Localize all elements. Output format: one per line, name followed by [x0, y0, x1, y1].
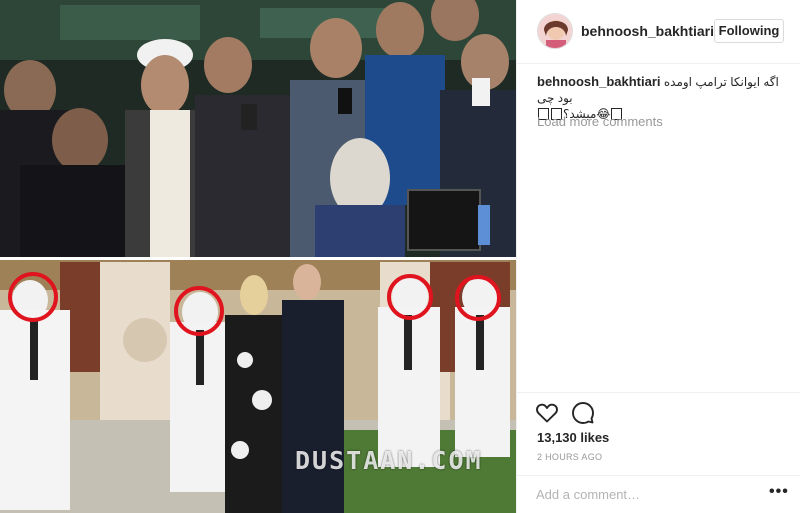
- post-side-panel: behnoosh_bakhtiari Following behnoosh_ba…: [516, 0, 800, 513]
- load-more-comments-link[interactable]: Load more comments: [537, 114, 663, 129]
- comment-row: •••: [517, 475, 800, 513]
- more-options-icon[interactable]: •••: [769, 483, 789, 501]
- comment-bubble-icon[interactable]: [571, 401, 595, 425]
- post-photo[interactable]: DUSTAAN.COM: [0, 0, 516, 513]
- watermark: DUSTAAN.COM: [295, 446, 483, 475]
- post-header: behnoosh_bakhtiari Following: [517, 0, 800, 64]
- photo-collage: [0, 0, 516, 513]
- avatar[interactable]: [537, 13, 573, 49]
- username-link[interactable]: behnoosh_bakhtiari: [581, 23, 714, 39]
- following-button[interactable]: Following: [714, 19, 784, 43]
- heart-outline-icon[interactable]: [535, 401, 559, 425]
- comment-input[interactable]: [536, 484, 756, 504]
- post-actions: 13,130 likes 2 HOURS AGO •••: [517, 392, 800, 512]
- avatar-image: [538, 14, 572, 48]
- post-timestamp[interactable]: 2 HOURS AGO: [537, 452, 602, 462]
- caption-username[interactable]: behnoosh_bakhtiari: [537, 74, 661, 89]
- likes-count[interactable]: 13,130 likes: [537, 430, 609, 445]
